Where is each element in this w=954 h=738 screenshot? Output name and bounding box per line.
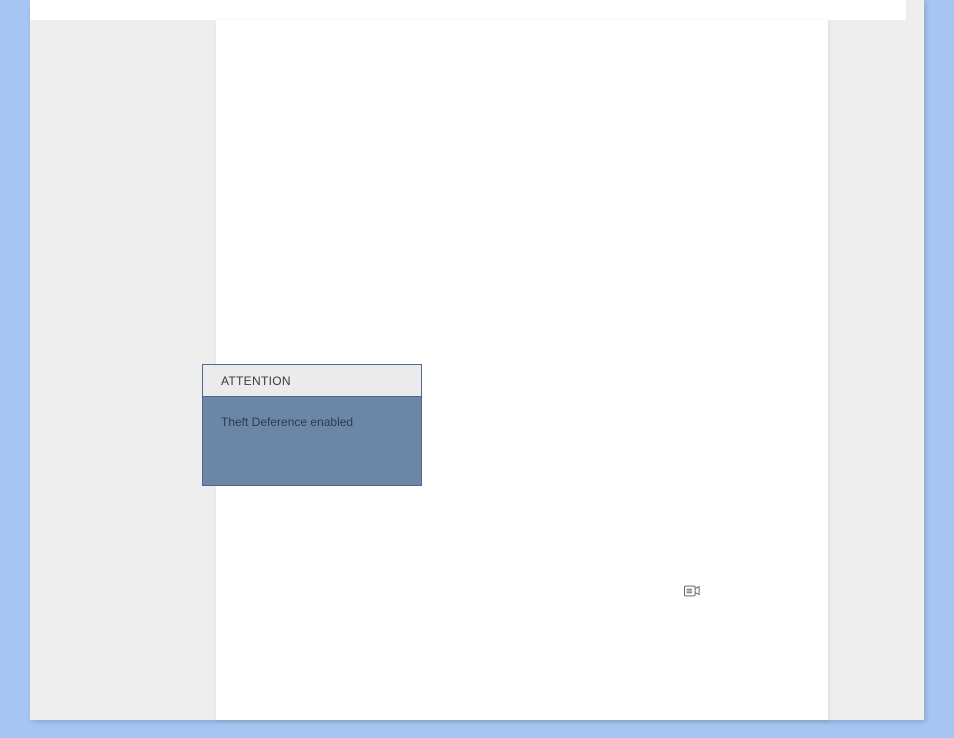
dialog-body: Theft Deference enabled: [203, 397, 421, 447]
dialog-message: Theft Deference enabled: [221, 415, 353, 429]
top-strip: [30, 0, 906, 20]
preview-icon[interactable]: [684, 584, 700, 596]
attention-dialog: ATTENTION Theft Deference enabled: [202, 364, 422, 486]
dialog-header: ATTENTION: [203, 365, 421, 397]
dialog-title: ATTENTION: [221, 374, 291, 388]
panel-frame: [30, 0, 924, 720]
